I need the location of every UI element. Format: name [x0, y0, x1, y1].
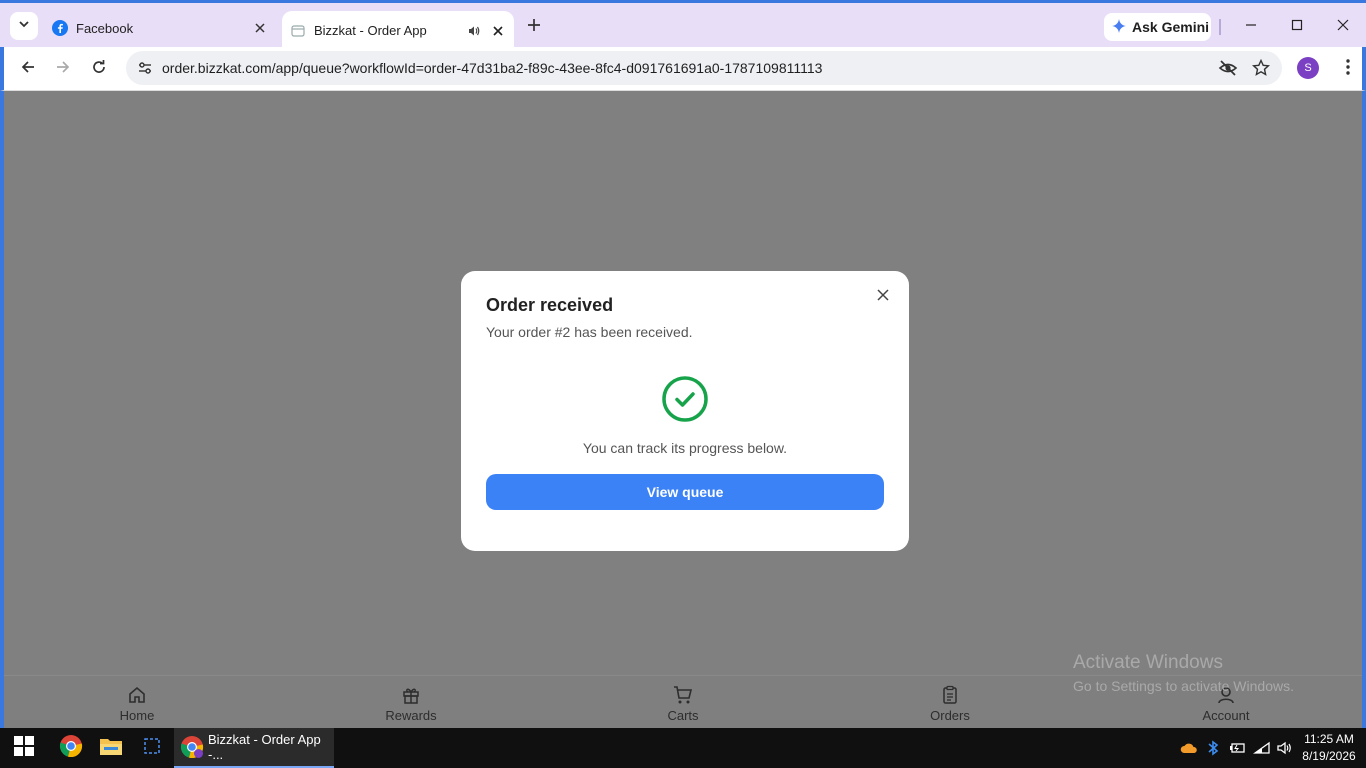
more-vertical-icon: [1346, 58, 1350, 80]
plus-icon: [527, 18, 541, 37]
nav-orders[interactable]: Orders: [890, 684, 1010, 723]
taskbar-file-explorer[interactable]: [97, 734, 125, 762]
nav-label: Home: [119, 708, 155, 723]
snip-icon: [143, 737, 161, 760]
taskbar-clock[interactable]: 11:25 AM 8/19/2026: [1298, 731, 1360, 765]
watermark-title: Activate Windows: [1073, 652, 1223, 673]
windows-logo-icon: [13, 735, 35, 762]
watermark-subtitle: Go to Settings to activate Windows.: [1073, 678, 1294, 694]
tab-facebook[interactable]: Facebook: [44, 11, 276, 45]
track-progress-text: You can track its progress below.: [582, 440, 788, 456]
profile-initial: S: [1304, 62, 1312, 74]
minimize-button[interactable]: [1228, 13, 1274, 41]
speaker-icon[interactable]: [464, 21, 484, 41]
gemini-sparkle-icon: [1112, 18, 1126, 36]
clock-time: 11:25 AM: [1304, 732, 1354, 746]
nav-label: Carts: [667, 708, 699, 723]
chevron-down-icon: [18, 17, 30, 35]
modal-subtitle: Your order #2 has been received.: [486, 324, 693, 340]
facebook-icon: [52, 20, 68, 36]
page-icon: [290, 23, 306, 39]
star-icon[interactable]: [1251, 58, 1271, 78]
maximize-icon: [1291, 18, 1303, 36]
onedrive-icon[interactable]: [1180, 739, 1198, 757]
maximize-button[interactable]: [1274, 13, 1320, 41]
battery-icon[interactable]: [1228, 739, 1246, 757]
modal-close-button[interactable]: [874, 288, 892, 306]
forward-button[interactable]: [49, 55, 77, 83]
close-icon: [877, 288, 889, 306]
taskbar-task-label: Bizzkat - Order App -...: [208, 732, 321, 762]
ask-gemini-button[interactable]: Ask Gemini: [1104, 13, 1211, 41]
reload-button[interactable]: [85, 55, 113, 83]
url-text: order.bizzkat.com/app/queue?workflowId=o…: [162, 60, 823, 76]
success-check-icon: [661, 375, 709, 423]
arrow-right-icon: [55, 59, 71, 80]
browser-menu-button[interactable]: [1336, 55, 1360, 83]
modal-title: Order received: [486, 295, 614, 315]
bluetooth-icon[interactable]: [1204, 739, 1222, 757]
volume-icon[interactable]: [1276, 739, 1294, 757]
minimize-icon: [1245, 18, 1257, 36]
nav-label: Account: [1202, 708, 1250, 723]
order-received-modal: Order received Your order #2 has been re…: [461, 271, 909, 551]
cart-icon: [672, 684, 694, 706]
profile-avatar[interactable]: S: [1297, 57, 1319, 79]
taskbar-snipping-tool[interactable]: [138, 734, 166, 762]
clock-date: 8/19/2026: [1302, 749, 1356, 763]
new-tab-button[interactable]: [522, 15, 546, 39]
chrome-icon: [59, 734, 83, 763]
close-icon: [1337, 18, 1349, 36]
nav-carts[interactable]: Carts: [623, 684, 743, 723]
gift-icon: [400, 684, 422, 706]
arrow-left-icon: [20, 59, 36, 80]
tab-strip: Facebook Bizzkat - Order App Ask Gemini: [0, 0, 1366, 50]
ask-gemini-label: Ask Gemini: [1132, 19, 1210, 35]
nav-label: Orders: [930, 708, 970, 723]
home-icon: [126, 684, 148, 706]
window-close-button[interactable]: [1320, 13, 1366, 41]
address-bar[interactable]: order.bizzkat.com/app/queue?workflowId=o…: [126, 51, 1282, 85]
clipboard-icon: [939, 684, 961, 706]
reload-icon: [91, 59, 107, 80]
activate-windows-watermark: Activate Windows Go to Settings to activ…: [1073, 652, 1294, 694]
chrome-icon: [180, 735, 204, 759]
eye-off-icon[interactable]: [1218, 58, 1238, 78]
back-button[interactable]: [14, 55, 42, 83]
close-icon[interactable]: [250, 18, 270, 38]
close-icon[interactable]: [488, 21, 508, 41]
tab-title: Bizzkat - Order App: [314, 23, 427, 38]
taskbar-chrome[interactable]: [57, 734, 85, 762]
windows-start-button[interactable]: [10, 734, 38, 762]
tab-title: Facebook: [76, 20, 134, 36]
taskbar-active-window[interactable]: Bizzkat - Order App -...: [174, 728, 334, 768]
view-queue-button[interactable]: View queue: [486, 474, 884, 510]
nav-label: Rewards: [385, 708, 437, 723]
tab-search-button[interactable]: [10, 12, 38, 40]
browser-toolbar: order.bizzkat.com/app/queue?workflowId=o…: [0, 47, 1366, 91]
site-info-icon[interactable]: [136, 59, 154, 77]
tab-bizzkat[interactable]: Bizzkat - Order App: [282, 11, 514, 50]
toolbar-divider: [1219, 19, 1221, 35]
wifi-icon[interactable]: [1253, 739, 1271, 757]
nav-home[interactable]: Home: [77, 684, 197, 723]
folder-icon: [99, 735, 123, 762]
nav-rewards[interactable]: Rewards: [351, 684, 471, 723]
windows-taskbar: Bizzkat - Order App -... 11:25 AM 8/19/2…: [0, 728, 1366, 768]
